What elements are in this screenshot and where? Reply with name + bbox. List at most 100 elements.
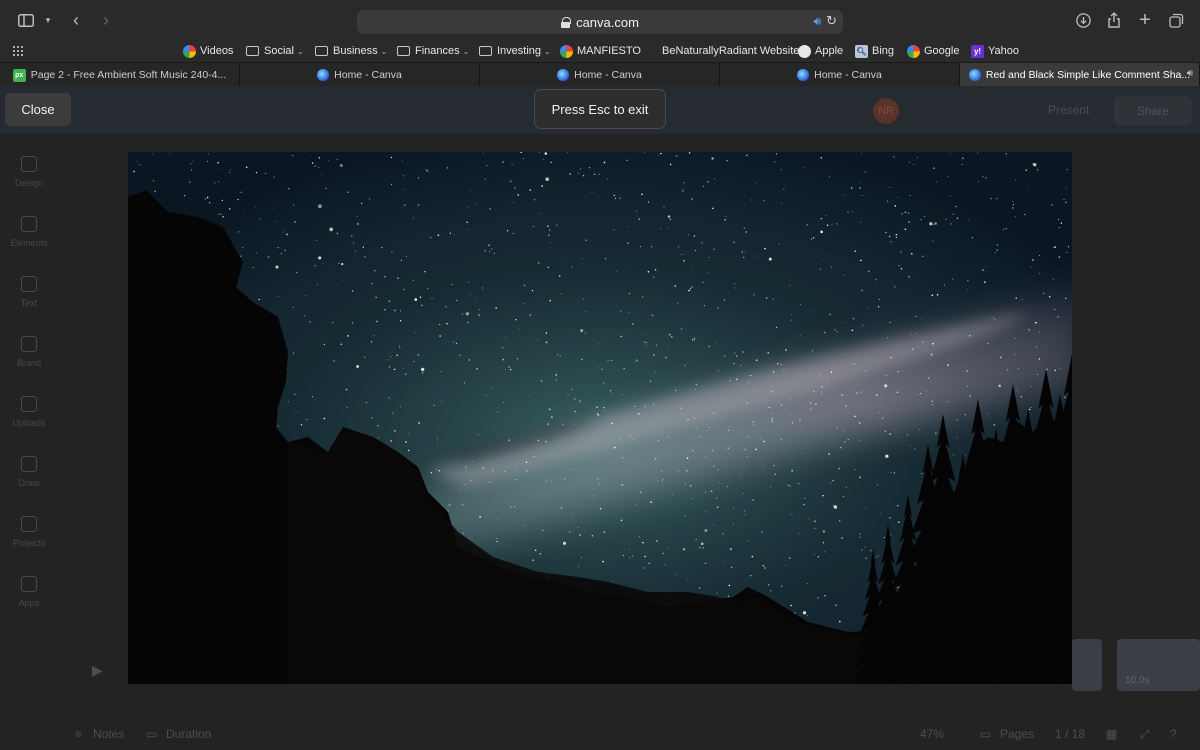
star [526,470,528,472]
chevron-down-icon[interactable]: ▾ [38,10,58,30]
star [780,585,783,588]
star [560,507,563,509]
bookmark-yahoo[interactable]: y! Yahoo [971,43,1019,59]
star [969,395,971,397]
star [650,246,653,248]
star [861,289,864,292]
star [915,333,917,335]
pixabay-icon: px [12,68,26,82]
star [470,536,472,538]
star [545,332,548,334]
reload-icon[interactable]: ↻ [826,13,837,29]
star [971,237,973,239]
forward-icon[interactable]: › [96,10,116,30]
star [890,357,892,359]
star [653,276,655,278]
tab-home-canva-2[interactable]: Home - Canva [480,63,720,87]
bookmark-apple[interactable]: Apple [798,43,843,59]
star [206,161,208,163]
star [537,262,540,264]
star [699,546,701,549]
star [798,378,800,380]
new-tab-icon[interactable]: + [1135,10,1155,30]
bookmark-investing[interactable]: Investing ⌄ [479,43,551,59]
star [564,478,566,480]
star [1034,321,1037,324]
bookmark-videos[interactable]: Videos [183,43,233,59]
star [994,319,996,320]
star [1063,199,1065,201]
sidebar-toggle-icon[interactable] [16,10,36,30]
folder-icon [246,46,259,56]
star [623,367,625,370]
star [352,242,355,244]
star [1022,298,1024,300]
star [698,587,701,589]
tab-home-canva-1[interactable]: Home - Canva [240,63,480,87]
speaker-icon[interactable]: 🔊︎ [813,14,821,29]
star [671,493,673,495]
star [894,286,896,288]
star [653,354,655,356]
star [756,255,758,257]
bookmark-google[interactable]: Google [907,43,959,59]
tab-home-canva-3[interactable]: Home - Canva [720,63,960,87]
grid-icon[interactable] [12,45,24,57]
star [743,227,746,229]
star [505,369,507,371]
star [603,406,605,409]
star [461,313,464,315]
star [746,456,748,458]
star [691,198,693,200]
star [222,215,224,218]
star [687,418,689,421]
bookmark-finances[interactable]: Finances ⌄ [397,43,469,59]
tab-overview-icon[interactable] [1166,10,1186,30]
tab-red-black-design[interactable]: Red and Black Simple Like Comment Sha...… [960,63,1200,87]
star [484,250,486,252]
star [746,154,748,157]
star [806,223,809,226]
star [694,388,696,390]
esc-hint-toast: Press Esc to exit [534,89,666,129]
star [555,374,558,376]
back-icon[interactable]: ‹ [66,10,86,30]
bookmark-manfiesto[interactable]: MANFIESTO [560,43,641,59]
star [840,446,842,449]
star [691,286,693,288]
speaker-icon[interactable]: 🔊︎ [1187,68,1193,79]
address-bar[interactable]: canva.com 🔊︎ ↻ [357,10,843,34]
close-presentation-button[interactable]: Close [5,93,71,126]
yahoo-icon: y! [971,44,984,58]
star [716,506,719,508]
share-icon[interactable] [1104,10,1124,30]
star [901,213,903,215]
star [543,159,545,161]
star [517,194,520,196]
bookmark-business[interactable]: Business ⌄ [315,43,387,59]
sidebar-item-apps: Apps [0,576,58,608]
star [425,169,427,171]
chevron-down-icon: ⌄ [296,46,304,56]
star [930,380,932,382]
star [439,323,441,326]
star [708,345,710,348]
star [399,346,401,349]
star [459,354,462,357]
star [822,260,824,262]
bookmark-benaturallyradiant[interactable]: BeNaturallyRadiant Website [662,43,799,59]
bookmark-social[interactable]: Social ⌄ [246,43,304,59]
page-count: 1 / 18 [1055,727,1086,741]
bookmark-bing[interactable]: 🔍︎ Bing [855,43,894,59]
download-icon[interactable] [1073,10,1093,30]
star [514,506,516,508]
tab-pixabay[interactable]: px Page 2 - Free Ambient Soft Music 240-4… [0,63,240,87]
star [836,223,838,225]
star [993,317,995,319]
star [1048,295,1051,298]
star [964,413,966,416]
star [790,604,792,607]
star [585,239,587,241]
star [628,312,630,313]
pages-icon: ▭ [980,727,992,741]
